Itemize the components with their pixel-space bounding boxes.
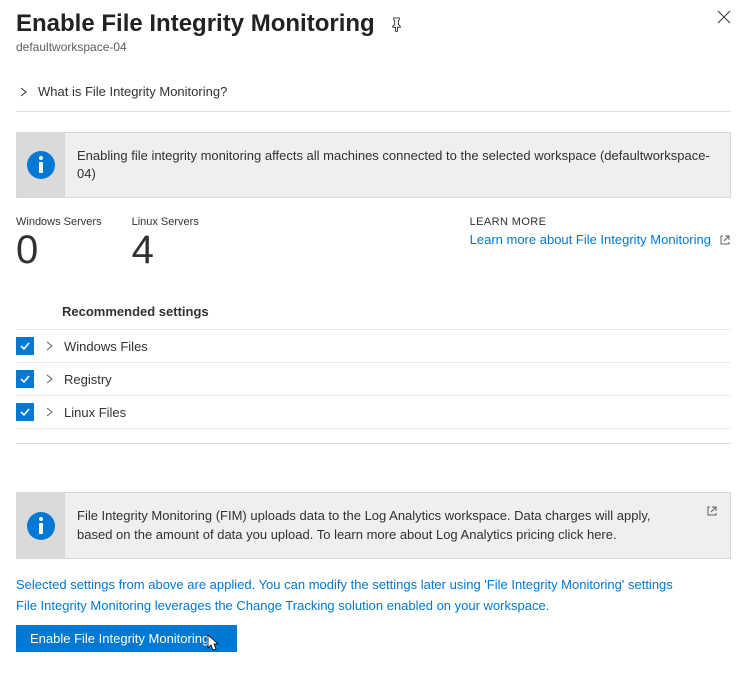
pin-icon[interactable] <box>389 17 404 32</box>
recommended-header: Recommended settings <box>62 304 731 319</box>
stat-label: Linux Servers <box>132 216 199 228</box>
info-icon <box>17 133 65 197</box>
learn-more-header: LEARN MORE <box>470 216 731 228</box>
workspace-subtitle: defaultworkspace-04 <box>16 40 731 54</box>
enable-fim-button[interactable]: Enable File Integrity Monitoring <box>16 625 237 652</box>
what-is-fim-expander[interactable]: What is File Integrity Monitoring? <box>16 74 731 112</box>
stat-windows: Windows Servers 0 <box>16 216 102 270</box>
checkbox-checked[interactable] <box>16 403 34 421</box>
info-icon <box>17 493 65 557</box>
chevron-right-icon <box>16 87 30 97</box>
external-link-icon <box>719 234 731 246</box>
external-link-icon[interactable] <box>694 493 730 557</box>
setting-row-registry: Registry <box>16 363 731 396</box>
chevron-right-icon[interactable] <box>44 341 54 351</box>
learn-more-text: Learn more about File Integrity Monitori… <box>470 232 711 247</box>
setting-row-windows-files: Windows Files <box>16 330 731 363</box>
close-icon[interactable] <box>717 10 731 24</box>
settings-list: Windows Files Registry Linux Files <box>16 329 731 429</box>
setting-label: Linux Files <box>64 405 126 420</box>
recommended-settings-section: Recommended settings <box>62 304 731 319</box>
section-divider <box>16 443 731 444</box>
page-title: Enable File Integrity Monitoring <box>16 10 375 38</box>
chevron-right-icon[interactable] <box>44 374 54 384</box>
checkbox-checked[interactable] <box>16 337 34 355</box>
cursor-pointer-icon <box>205 633 223 653</box>
info-text: Enabling file integrity monitoring affec… <box>65 133 730 197</box>
learn-more-link[interactable]: Learn more about File Integrity Monitori… <box>470 232 731 247</box>
checkbox-checked[interactable] <box>16 370 34 388</box>
learn-more-section: LEARN MORE Learn more about File Integri… <box>470 216 731 270</box>
expander-label: What is File Integrity Monitoring? <box>38 84 227 99</box>
setting-label: Windows Files <box>64 339 148 354</box>
stats-row: Windows Servers 0 Linux Servers 4 LEARN … <box>16 216 731 270</box>
button-label: Enable File Integrity Monitoring <box>30 631 209 646</box>
change-tracking-note[interactable]: File Integrity Monitoring leverages the … <box>16 598 731 613</box>
info-text: File Integrity Monitoring (FIM) uploads … <box>65 493 694 557</box>
stat-linux: Linux Servers 4 <box>132 216 199 270</box>
info-banner-scope: Enabling file integrity monitoring affec… <box>16 132 731 198</box>
stat-value: 0 <box>16 230 102 270</box>
stat-value: 4 <box>132 230 199 270</box>
header-bar: Enable File Integrity Monitoring <box>16 10 731 38</box>
setting-label: Registry <box>64 372 112 387</box>
chevron-right-icon[interactable] <box>44 407 54 417</box>
stat-label: Windows Servers <box>16 216 102 228</box>
settings-note[interactable]: Selected settings from above are applied… <box>16 577 731 592</box>
info-banner-pricing: File Integrity Monitoring (FIM) uploads … <box>16 492 731 558</box>
setting-row-linux-files: Linux Files <box>16 396 731 429</box>
